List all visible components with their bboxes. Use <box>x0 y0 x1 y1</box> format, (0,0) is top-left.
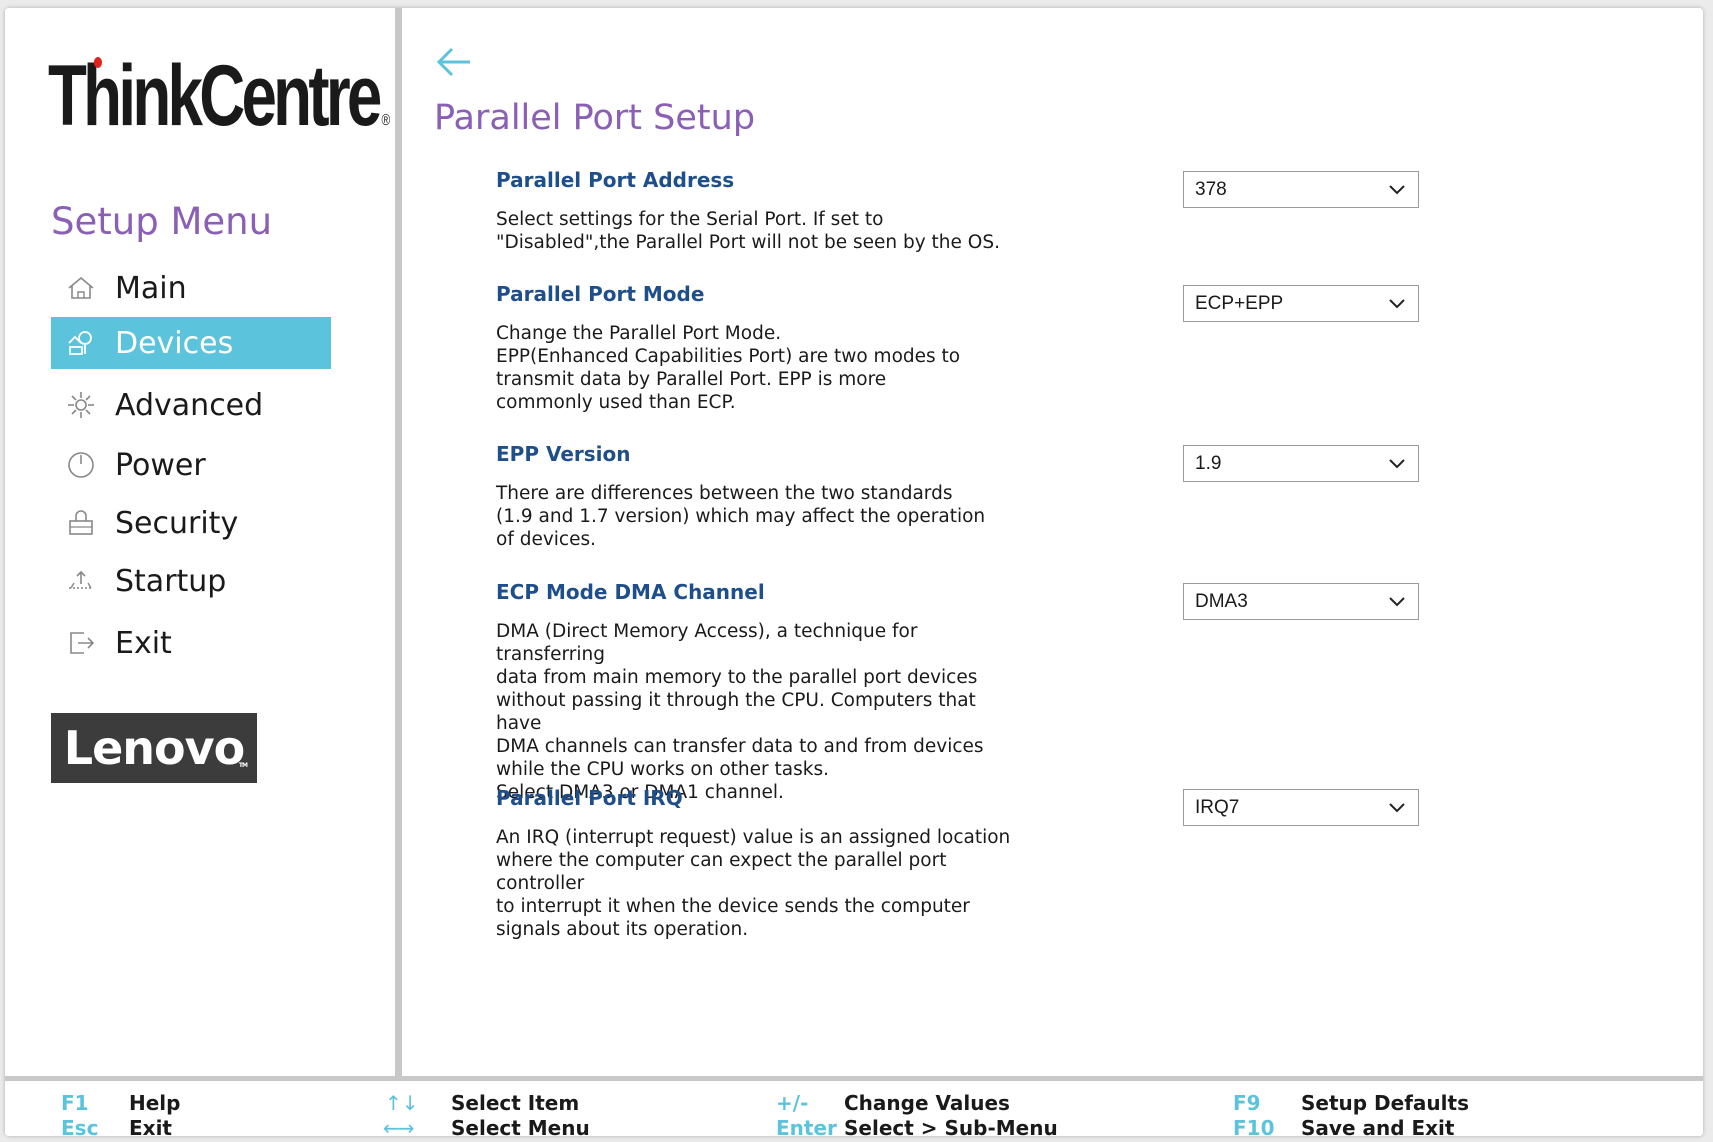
setting-epp-version: EPP Version There are differences betwee… <box>496 442 1596 551</box>
lenovo-logo: Lenovo TM <box>51 713 257 783</box>
setting-label: ECP Mode DMA Channel <box>496 580 765 604</box>
chevron-down-icon <box>1389 596 1405 606</box>
setting-description: Change the Parallel Port Mode. EPP(Enhan… <box>496 323 961 413</box>
up-down-arrows-icon: ↑↓ <box>385 1091 419 1115</box>
sidebar-item-label: Devices <box>115 325 234 361</box>
sidebar-item-advanced[interactable]: Advanced <box>51 379 331 431</box>
power-icon <box>61 445 101 485</box>
dropdown-value: ECP+EPP <box>1195 292 1284 314</box>
sidebar-item-security[interactable]: Security <box>51 497 331 549</box>
startup-icon <box>61 561 101 601</box>
footer-key: +/- <box>776 1091 809 1115</box>
thinkcentre-logo: ThinkCentre ® <box>48 48 391 144</box>
chevron-down-icon <box>1389 802 1405 812</box>
sidebar-item-devices[interactable]: Devices <box>51 317 331 369</box>
bios-setup-window: ThinkCentre ® Setup Menu Main Devices Adv… <box>5 8 1703 1136</box>
dropdown-value: IRQ7 <box>1195 796 1240 818</box>
setting-description: There are differences between the two st… <box>496 483 986 550</box>
exit-icon <box>61 623 101 663</box>
sidebar-item-label: Startup <box>115 563 227 599</box>
parallel-port-address-dropdown[interactable]: 378 <box>1183 171 1419 208</box>
sidebar-item-main[interactable]: Main <box>51 262 331 314</box>
sidebar-item-label: Power <box>115 447 206 483</box>
setting-parallel-port-irq: Parallel Port IRQ An IRQ (interrupt requ… <box>496 786 1596 941</box>
parallel-port-mode-dropdown[interactable]: ECP+EPP <box>1183 285 1419 322</box>
footer-key-desc: Help <box>129 1091 181 1115</box>
parallel-port-irq-dropdown[interactable]: IRQ7 <box>1183 789 1419 826</box>
dropdown-value: 1.9 <box>1195 452 1222 474</box>
setup-menu-title: Setup Menu <box>51 200 273 243</box>
page-title: Parallel Port Setup <box>434 98 756 138</box>
back-arrow-icon[interactable] <box>434 44 474 80</box>
footer-key: Esc <box>61 1116 99 1136</box>
advanced-gear-icon <box>61 385 101 425</box>
main-content: Parallel Port Setup Parallel Port Addres… <box>402 8 1703 1076</box>
sidebar-item-startup[interactable]: Startup <box>51 555 331 607</box>
sidebar-item-label: Main <box>115 270 187 306</box>
left-right-arrows-icon: ←→ <box>383 1116 414 1136</box>
sidebar-item-power[interactable]: Power <box>51 439 331 491</box>
devices-icon <box>61 323 101 363</box>
setting-label: Parallel Port IRQ <box>496 786 683 810</box>
lock-icon <box>61 503 101 543</box>
footer-key: F10 <box>1233 1116 1275 1136</box>
footer-key: Enter <box>776 1116 837 1136</box>
footer-key-desc: Select Menu <box>451 1116 590 1136</box>
sidebar-item-label: Exit <box>115 625 172 661</box>
setting-label: EPP Version <box>496 442 631 466</box>
footer-key: F1 <box>61 1091 89 1115</box>
setting-description: DMA (Direct Memory Access), a technique … <box>496 621 984 803</box>
setting-description: Select settings for the Serial Port. If … <box>496 209 1000 253</box>
footer-key-legend: F1 Help Esc Exit ↑↓ Select Item ←→ Selec… <box>5 1076 1703 1136</box>
footer-key-desc: Select Item <box>451 1091 580 1115</box>
home-icon <box>61 268 101 308</box>
sidebar-item-label: Advanced <box>115 387 264 423</box>
footer-key-desc: Select > Sub-Menu <box>844 1116 1058 1136</box>
footer-key-desc: Change Values <box>844 1091 1010 1115</box>
dropdown-value: 378 <box>1195 178 1227 200</box>
footer-key-desc: Exit <box>129 1116 172 1136</box>
chevron-down-icon <box>1389 458 1405 468</box>
footer-key: F9 <box>1233 1091 1261 1115</box>
setting-label: Parallel Port Mode <box>496 282 705 306</box>
footer-key-desc: Save and Exit <box>1301 1116 1455 1136</box>
chevron-down-icon <box>1389 184 1405 194</box>
setting-parallel-port-mode: Parallel Port Mode Change the Parallel P… <box>496 282 1596 414</box>
chevron-down-icon <box>1389 298 1405 308</box>
setting-ecp-mode-dma-channel: ECP Mode DMA Channel DMA (Direct Memory … <box>496 580 1596 804</box>
sidebar-item-exit[interactable]: Exit <box>51 617 331 669</box>
setting-description: An IRQ (interrupt request) value is an a… <box>496 827 1011 940</box>
setting-parallel-port-address: Parallel Port Address Select settings fo… <box>496 168 1596 254</box>
epp-version-dropdown[interactable]: 1.9 <box>1183 445 1419 482</box>
sidebar-item-label: Security <box>115 505 239 541</box>
dropdown-value: DMA3 <box>1195 590 1248 612</box>
sidebar: ThinkCentre ® Setup Menu Main Devices Adv… <box>5 8 395 1076</box>
footer-key-desc: Setup Defaults <box>1301 1091 1469 1115</box>
setting-label: Parallel Port Address <box>496 168 735 192</box>
sidebar-divider <box>395 8 402 1076</box>
ecp-dma-channel-dropdown[interactable]: DMA3 <box>1183 583 1419 620</box>
